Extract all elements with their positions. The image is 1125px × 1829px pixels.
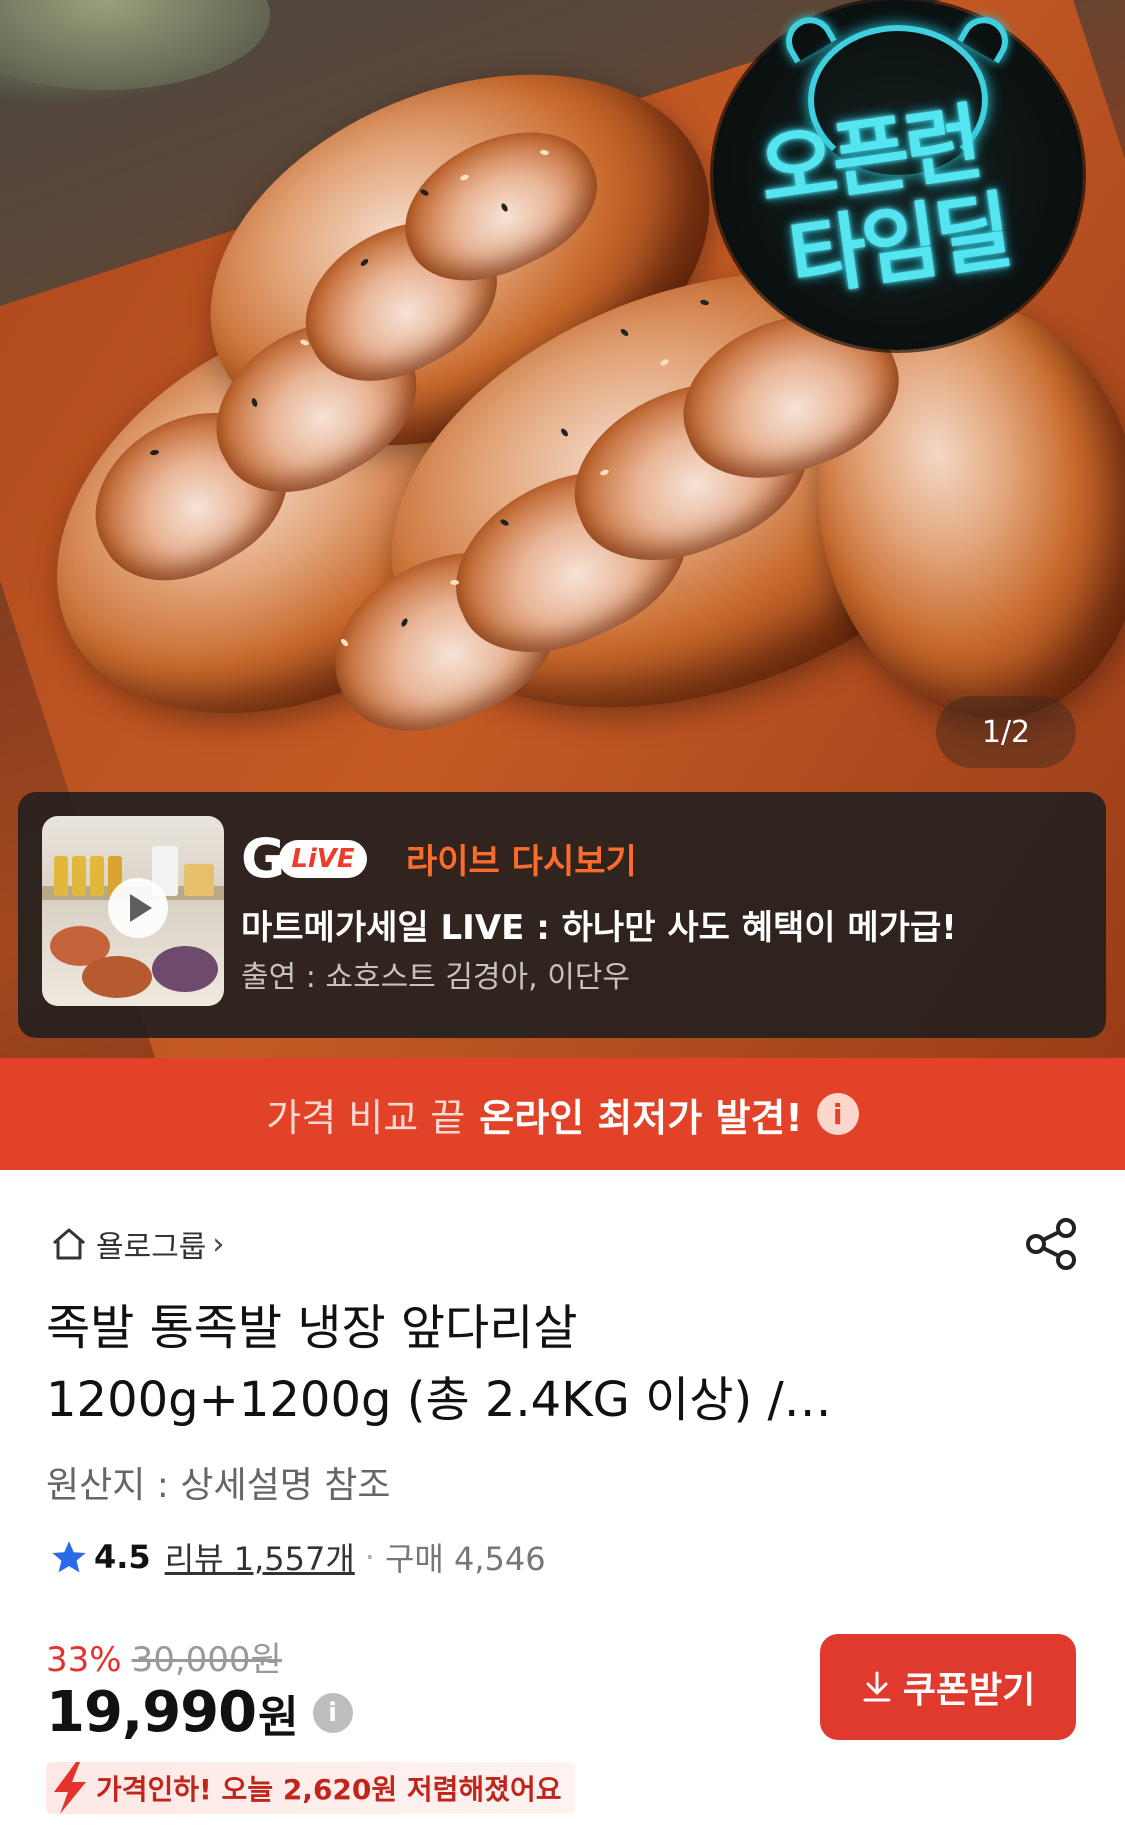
product-origin: 원산지 : 상세설명 참조 bbox=[46, 1465, 391, 1506]
product-title-line2: 1200g+1200g (총 2.4KG 이상) /… bbox=[46, 1372, 832, 1428]
product-title-line1: 족발 통족발 냉장 앞다리살 bbox=[46, 1300, 578, 1356]
star-icon bbox=[52, 1541, 86, 1573]
rating-row: 4.5 리뷰 1,557개 · 구매 4,546 bbox=[50, 1534, 546, 1580]
reviews-link[interactable]: 리뷰 1,557개 bbox=[165, 1534, 355, 1580]
share-icon[interactable] bbox=[1022, 1214, 1082, 1274]
live-cast: 출연 : 쇼호스트 김경아, 이단우 bbox=[241, 960, 630, 995]
rating-score: 4.5 bbox=[94, 1538, 151, 1576]
chevron-right-icon: › bbox=[212, 1226, 225, 1262]
thumb-product bbox=[90, 856, 104, 896]
thumb-product bbox=[72, 856, 86, 896]
coupon-label: 쿠폰받기 bbox=[902, 1670, 1036, 1711]
get-coupon-button[interactable]: 쿠폰받기 bbox=[820, 1634, 1076, 1740]
price-drop-notice: 가격인하! 오늘 2,620원 저렴해졌어요 bbox=[46, 1762, 576, 1814]
info-icon[interactable]: i bbox=[816, 1093, 859, 1135]
play-icon[interactable] bbox=[108, 878, 168, 938]
thumb-food bbox=[82, 956, 152, 998]
product-title: 족발 통족발 냉장 앞다리살 1200g+1200g (총 2.4KG 이상) … bbox=[46, 1292, 1076, 1436]
separator-dot: · bbox=[364, 1538, 375, 1576]
banner-prefix: 가격 비교 끝 bbox=[266, 1095, 466, 1140]
image-pager-indicator: 1/2 bbox=[936, 696, 1076, 768]
live-video-thumbnail[interactable] bbox=[42, 816, 224, 1006]
info-icon[interactable]: i bbox=[312, 1692, 353, 1733]
sesame-seed bbox=[450, 580, 459, 585]
banner-highlight: 온라인 최저가 발견! bbox=[479, 1095, 803, 1140]
live-replay-card[interactable]: G LiVE 라이브 다시보기 마트메가세일 LIVE : 하나만 사도 혜택이… bbox=[18, 792, 1106, 1038]
product-image-carousel[interactable]: 오픈런 타임딜 1/2 G LiVE 라이브 다시보기 마트메가세일 LIVE … bbox=[0, 0, 1125, 1058]
price-drop-text: 가격인하! 오늘 2,620원 저렴해졌어요 bbox=[96, 1773, 562, 1806]
store-name: 욜로그룹 bbox=[96, 1230, 207, 1265]
glive-logo-live: LiVE bbox=[279, 840, 367, 878]
discount-percent: 33% bbox=[46, 1640, 122, 1680]
thumb-food bbox=[152, 946, 218, 992]
original-price: 30,000원 bbox=[131, 1640, 282, 1680]
thumb-product bbox=[184, 864, 214, 896]
live-replay-link[interactable]: 라이브 다시보기 bbox=[406, 834, 637, 883]
price-unit: 원 bbox=[258, 1691, 299, 1743]
open-run-timedeal-badge: 오픈런 타임딜 bbox=[713, 0, 1083, 350]
side-dish-plate bbox=[0, 0, 270, 90]
home-icon bbox=[53, 1228, 85, 1260]
store-breadcrumb[interactable]: 욜로그룹 › bbox=[50, 1222, 224, 1266]
download-icon bbox=[863, 1671, 891, 1702]
sale-price: 19,990 bbox=[46, 1680, 257, 1745]
glive-logo: G LiVE bbox=[241, 832, 367, 886]
purchase-count: 구매 4,546 bbox=[384, 1540, 546, 1578]
live-title: 마트메가세일 LIVE : 하나만 사도 혜택이 메가급! bbox=[241, 908, 957, 948]
lightning-icon bbox=[54, 1762, 86, 1814]
discount-row: 33% 30,000원 bbox=[46, 1632, 282, 1681]
lowest-price-banner[interactable]: 가격 비교 끝 온라인 최저가 발견! i bbox=[0, 1058, 1125, 1170]
sale-price-row: 19,990 원 i bbox=[46, 1680, 353, 1745]
thumb-product bbox=[54, 856, 68, 896]
